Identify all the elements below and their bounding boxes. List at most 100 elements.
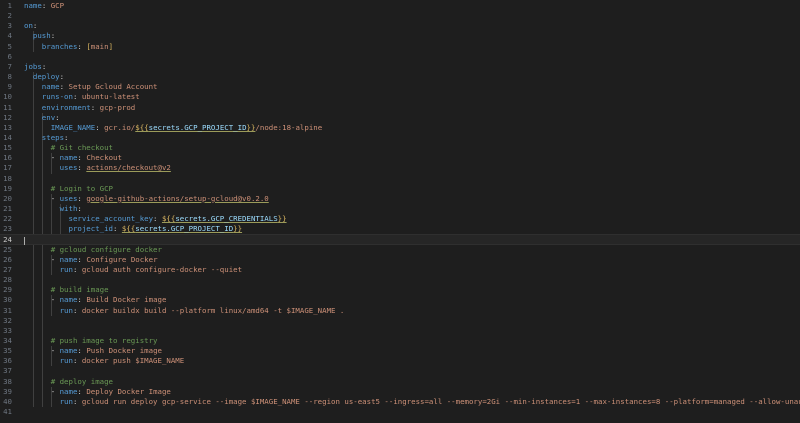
code-line[interactable]: 9 name: Setup Gcloud Account [0, 82, 800, 92]
code-token: uses [59, 193, 78, 203]
code-line[interactable]: 1 name: GCP [0, 1, 800, 11]
code-line[interactable]: 37 [0, 366, 800, 376]
code-token: docker buildx build --platform linux/amd… [81, 305, 345, 315]
code-line[interactable]: 39 - name: Deploy Docker Image [0, 387, 800, 397]
code-token: secrets.GCP_PROJECT_ID [135, 224, 234, 234]
code-token: # build image [24, 285, 109, 295]
line-number: 16 [3, 153, 12, 163]
code-token: : [77, 386, 87, 396]
code-line[interactable]: 23 project_id: ${{secrets.GCP_PROJECT_ID… [0, 224, 800, 234]
code-token: - [24, 153, 60, 163]
code-line[interactable]: 27 run: gcloud auth configure-docker --q… [0, 265, 800, 275]
code-line[interactable]: 30 - name: Build Docker image [0, 295, 800, 305]
code-line[interactable]: 3 on: [0, 21, 800, 31]
code-line[interactable]: 29 # build image [0, 285, 800, 295]
code-token: project_id [24, 224, 113, 234]
code-line[interactable]: 28 [0, 275, 800, 285]
code-line[interactable]: 15 # Git checkout [0, 143, 800, 153]
code-token: service_account_key [24, 214, 154, 224]
line-number: 28 [3, 275, 12, 285]
code-line[interactable]: 16 - name: Checkout [0, 153, 800, 163]
line-number: 41 [3, 407, 12, 416]
code-token: - [24, 295, 60, 305]
line-number: 8 [7, 72, 12, 82]
code-line[interactable]: 12 env: [0, 113, 800, 123]
code-line[interactable]: 32 [0, 316, 800, 326]
code-token: ubuntu-latest [81, 92, 140, 102]
line-code: push: [24, 31, 55, 41]
code-line[interactable]: 21 with: [0, 204, 800, 214]
code-line[interactable]: 13 IMAGE_NAME: gcr.io/${{secrets.GCP_PRO… [0, 123, 800, 133]
line-code: # build image [24, 285, 109, 295]
code-token: branches [24, 41, 78, 51]
line-number: 34 [3, 335, 12, 345]
code-token: - [24, 254, 60, 264]
code-token: name [59, 153, 78, 163]
line-number: 37 [3, 366, 12, 376]
code-line[interactable]: 18 [0, 174, 800, 184]
code-token: : [77, 254, 87, 264]
line-code: - name: Checkout [24, 153, 122, 163]
code-token: run [24, 305, 73, 315]
code-token: Build Docker image [86, 295, 167, 305]
code-line[interactable]: 41 [0, 407, 800, 417]
code-line[interactable]: 5 branches: [main] [0, 42, 800, 52]
code-token: secrets.GCP_PROJECT_ID [148, 122, 247, 132]
code-token: : [95, 122, 105, 132]
line-code: run: docker buildx build --platform linu… [24, 305, 345, 316]
line-number: 15 [3, 143, 12, 153]
code-line[interactable]: 35 - name: Push Docker image [0, 346, 800, 356]
code-line[interactable]: 40 run: gcloud run deploy gcp-service --… [0, 397, 800, 407]
code-line[interactable]: 7 jobs: [0, 62, 800, 72]
code-line[interactable]: 36 run: docker push $IMAGE_NAME [0, 356, 800, 366]
code-token: run [24, 396, 73, 406]
code-line[interactable]: 38 # deploy image [0, 377, 800, 387]
code-line[interactable]: 11 environment: gcp-prod [0, 103, 800, 113]
code-token: : [55, 112, 60, 122]
code-line[interactable]: 17 uses: actions/checkout@v2 [0, 163, 800, 173]
code-line[interactable]: 20 - uses: google-github-actions/setup-g… [0, 194, 800, 204]
code-token: main [90, 41, 109, 51]
line-code: branches: [main] [24, 42, 113, 52]
code-token: }} [233, 224, 243, 234]
code-token: - [24, 346, 60, 356]
code-line[interactable]: 8 deploy: [0, 72, 800, 82]
line-code: run: docker push $IMAGE_NAME [24, 356, 185, 366]
code-editor[interactable]: 1 name: GCP 2 3 on: 4 push: 5 branches: [main]… [0, 0, 800, 423]
line-number: 32 [3, 315, 12, 325]
code-line[interactable]: 10 runs-on: ubuntu-latest [0, 92, 800, 102]
code-line[interactable]: 24 [0, 234, 800, 246]
code-line[interactable]: 19 # Login to GCP [0, 184, 800, 194]
code-token: - [24, 386, 60, 396]
line-code: run: gcloud run deploy gcp-service --ima… [24, 397, 800, 407]
code-token: docker push $IMAGE_NAME [81, 356, 185, 366]
code-line[interactable]: 26 - name: Configure Docker [0, 255, 800, 265]
code-token: env [24, 112, 56, 122]
line-number: 13 [3, 122, 12, 132]
code-line[interactable]: 34 # push image to registry [0, 336, 800, 346]
code-token: Checkout [86, 153, 122, 163]
code-token: Setup Gcloud Account [68, 82, 158, 92]
code-token: run [24, 356, 73, 366]
code-line[interactable]: 4 push: [0, 31, 800, 41]
code-line[interactable]: 25 # gcloud configure docker [0, 245, 800, 255]
code-line[interactable]: 2 [0, 11, 800, 21]
code-token: with [24, 204, 78, 213]
code-token: - [24, 193, 60, 203]
line-number: 39 [3, 386, 12, 396]
code-line[interactable]: 33 [0, 326, 800, 336]
line-code: # deploy image [24, 377, 113, 387]
code-token: : [41, 61, 47, 71]
line-code: run: gcloud auth configure-docker --quie… [24, 265, 242, 275]
code-token: : [72, 92, 82, 102]
line-number: 18 [3, 173, 12, 183]
line-code: IMAGE_NAME: gcr.io/${{secrets.GCP_PROJEC… [24, 123, 322, 133]
line-code: env: [24, 113, 60, 123]
line-code: # gcloud configure docker [24, 245, 162, 255]
code-line[interactable]: 31 run: docker buildx build --platform l… [0, 306, 800, 316]
code-token: : [77, 153, 87, 163]
code-line[interactable]: 14 steps: [0, 133, 800, 143]
code-line[interactable]: 6 [0, 52, 800, 62]
code-line[interactable]: 22 service_account_key: ${{secrets.GCP_C… [0, 214, 800, 224]
code-token: }} [277, 214, 287, 224]
